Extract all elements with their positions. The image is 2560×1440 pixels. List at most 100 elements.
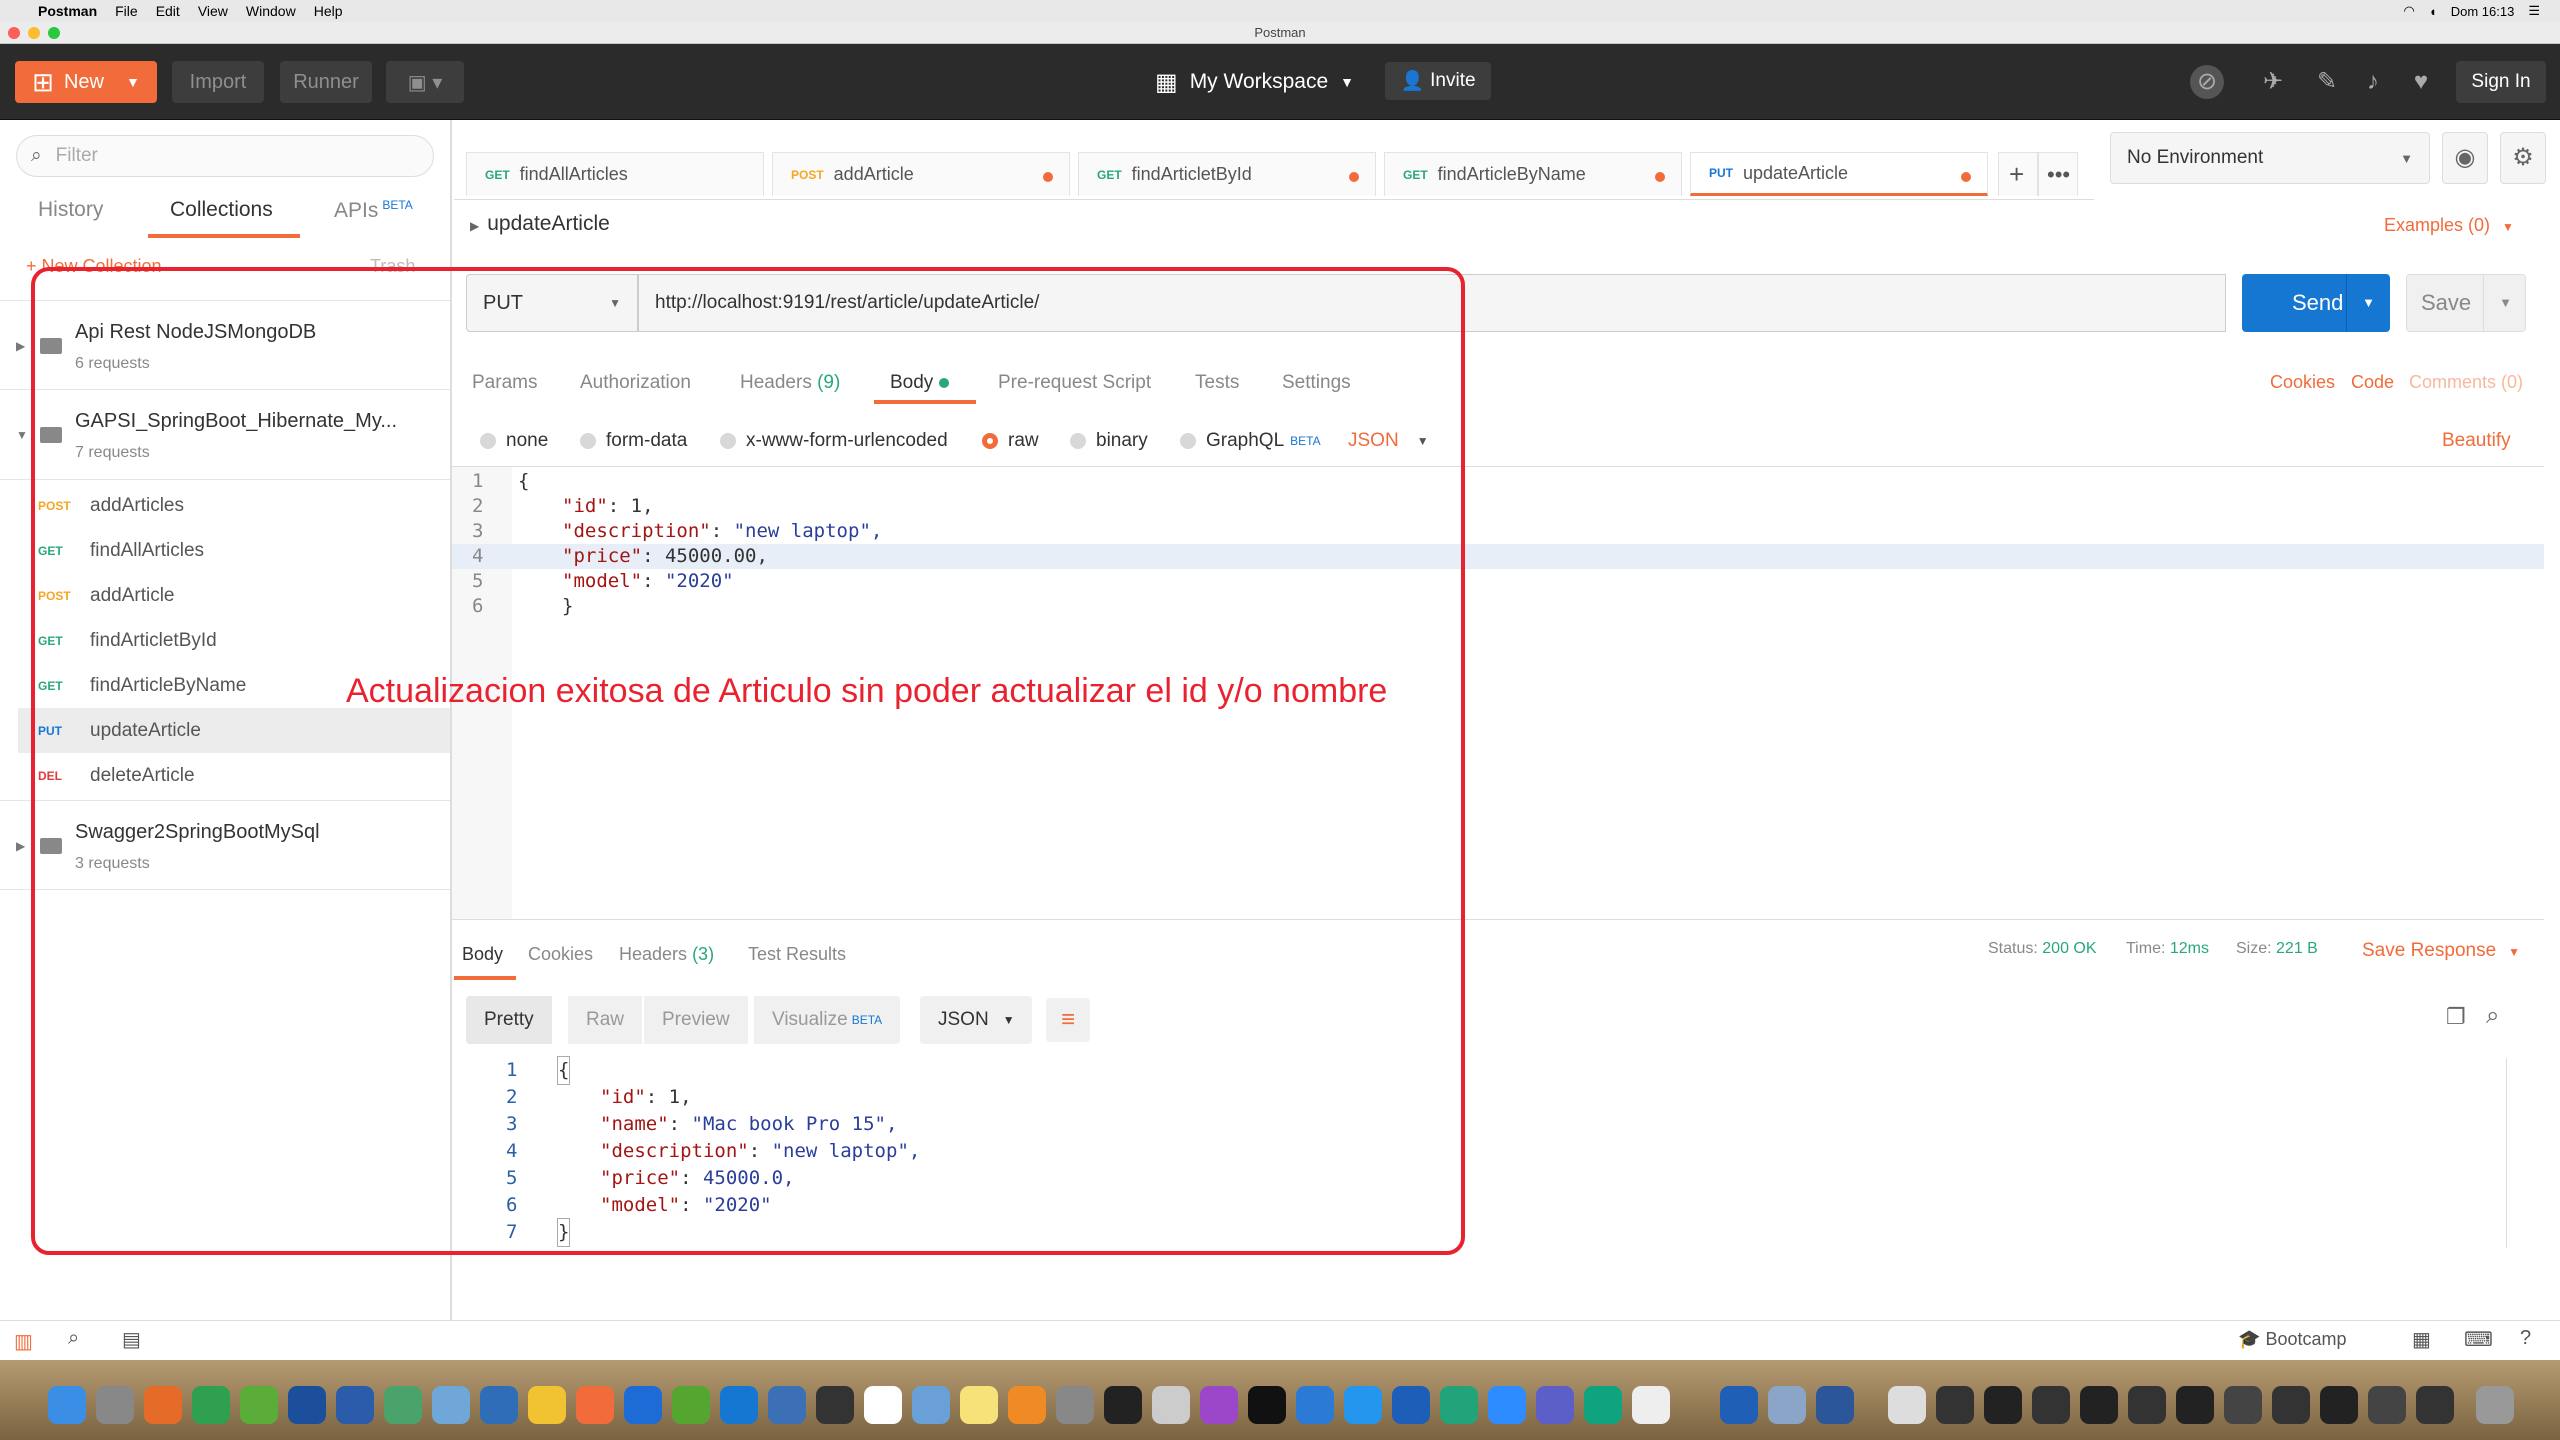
beautify-link[interactable]: Beautify (2442, 430, 2511, 452)
postman-icon[interactable] (576, 1386, 614, 1424)
sync-icon[interactable]: ⊘ (2190, 65, 2224, 99)
chevron-down-icon[interactable]: ▼ (2483, 275, 2527, 331)
vlc-icon[interactable] (1008, 1386, 1046, 1424)
calendar-icon[interactable] (864, 1386, 902, 1424)
tab-request[interactable]: GET findArticletById (1078, 152, 1376, 196)
chrome-icon[interactable] (192, 1386, 230, 1424)
zoom-icon[interactable] (1488, 1386, 1526, 1424)
save-response-button[interactable]: Save Response ▼ (2362, 940, 2520, 962)
window-thumbnail[interactable] (2224, 1386, 2262, 1424)
send-button[interactable]: Send ▼ (2242, 274, 2390, 332)
examples-dropdown[interactable]: Examples (0) ▼ (2384, 215, 2514, 236)
tab-request[interactable]: GET findAllArticles (466, 152, 764, 196)
chevron-down-icon[interactable]: ▼ (126, 74, 140, 90)
comments-link[interactable]: Comments (0) (2409, 372, 2523, 393)
app-icon[interactable] (672, 1386, 710, 1424)
launchpad-icon[interactable] (96, 1386, 134, 1424)
chevron-down-icon[interactable]: ▼ (2346, 274, 2390, 332)
minimize-window-button[interactable] (28, 27, 40, 39)
app-icon[interactable] (480, 1386, 518, 1424)
gear-icon[interactable]: ⚙ (2500, 132, 2546, 184)
eye-icon[interactable]: ◉ (2442, 132, 2488, 184)
close-window-button[interactable] (8, 27, 20, 39)
workspace-selector[interactable]: ▦ My Workspace ▼ (1155, 61, 1354, 103)
heart-icon[interactable]: ♥ (2408, 69, 2434, 95)
app-icon[interactable] (1152, 1386, 1190, 1424)
zoom-window-button[interactable] (48, 27, 60, 39)
chevron-right-icon[interactable]: ▶ (16, 839, 25, 853)
teams-icon[interactable] (1536, 1386, 1574, 1424)
menubar-help[interactable]: Help (314, 3, 343, 19)
tab-request-active[interactable]: PUT updateArticle (1690, 152, 1988, 196)
trash-icon[interactable] (2476, 1386, 2514, 1424)
satellite-icon[interactable]: ✈ (2260, 69, 2286, 95)
app-icon[interactable] (1768, 1386, 1806, 1424)
menubar-file[interactable]: File (115, 3, 138, 19)
volume-icon[interactable]: ◖ (2429, 4, 2437, 19)
docker-icon[interactable] (1344, 1386, 1382, 1424)
new-window-button[interactable]: ▣ ▾ (386, 61, 464, 103)
firefox-icon[interactable] (144, 1386, 182, 1424)
settings-icon[interactable] (1056, 1386, 1094, 1424)
import-button[interactable]: Import (172, 61, 264, 103)
more-tabs-button[interactable]: ••• (2038, 152, 2078, 196)
menu-list-icon[interactable]: ☰ (2528, 3, 2540, 19)
app-icon[interactable] (1440, 1386, 1478, 1424)
sidebar-toggle-icon[interactable]: ▥ (14, 1329, 33, 1354)
document-icon[interactable] (1888, 1386, 1926, 1424)
tab-request[interactable]: GET findArticleByName (1384, 152, 1682, 196)
response-scrollbar[interactable] (2506, 1058, 2516, 1248)
vscode-icon[interactable] (1296, 1386, 1334, 1424)
chevron-right-icon[interactable]: ▶ (16, 339, 25, 353)
app-icon[interactable] (336, 1386, 374, 1424)
window-thumbnail[interactable] (1936, 1386, 1974, 1424)
app-icon[interactable] (432, 1386, 470, 1424)
finder-icon[interactable] (48, 1386, 86, 1424)
request-title[interactable]: ▶ updateArticle (470, 212, 610, 236)
app-icon[interactable] (624, 1386, 662, 1424)
window-thumbnail[interactable] (2128, 1386, 2166, 1424)
save-button[interactable]: Save ▼ (2406, 274, 2526, 332)
window-thumbnail[interactable] (2416, 1386, 2454, 1424)
app-icon[interactable] (768, 1386, 806, 1424)
menubar-window[interactable]: Window (246, 3, 296, 19)
menubar-clock[interactable]: Dom 16:13 (2451, 4, 2515, 19)
app-icon[interactable] (1584, 1386, 1622, 1424)
filter-input[interactable]: ⌕ Filter (16, 135, 434, 177)
search-icon[interactable]: ⌕ (2486, 1002, 2499, 1030)
window-thumbnail[interactable] (1984, 1386, 2022, 1424)
two-pane-icon[interactable]: ▦ (2412, 1327, 2431, 1352)
window-thumbnail[interactable] (2032, 1386, 2070, 1424)
keyboard-icon[interactable]: ⌨ (2464, 1327, 2493, 1352)
tab-request[interactable]: POST addArticle (772, 152, 1070, 196)
window-thumbnail[interactable] (2368, 1386, 2406, 1424)
chevron-down-icon[interactable]: ▼ (16, 428, 28, 442)
podcasts-icon[interactable] (1200, 1386, 1238, 1424)
wrench-icon[interactable]: ✎ (2314, 69, 2340, 95)
tab-apis[interactable]: APIs BETA (334, 198, 413, 223)
notes-icon[interactable] (960, 1386, 998, 1424)
window-thumbnail[interactable] (2176, 1386, 2214, 1424)
find-icon[interactable]: ⌕ (68, 1327, 79, 1350)
tab-collections[interactable]: Collections (170, 198, 273, 222)
window-thumbnail[interactable] (2272, 1386, 2310, 1424)
bootcamp-button[interactable]: 🎓 Bootcamp (2238, 1329, 2346, 1350)
app-icon[interactable] (288, 1386, 326, 1424)
tab-history[interactable]: History (38, 198, 103, 222)
app-icon[interactable] (528, 1386, 566, 1424)
sign-in-button[interactable]: Sign In (2456, 61, 2546, 103)
app-icon[interactable] (384, 1386, 422, 1424)
add-tab-button[interactable]: + (1998, 152, 2038, 196)
environment-selector[interactable]: No Environment ▼ (2110, 132, 2430, 184)
new-button[interactable]: ⊞ New ▼ (15, 61, 157, 103)
cookies-link[interactable]: Cookies (2270, 372, 2335, 393)
app-icon[interactable] (1632, 1386, 1670, 1424)
window-thumbnail[interactable] (2080, 1386, 2118, 1424)
terminal-icon[interactable] (1104, 1386, 1142, 1424)
appletv-icon[interactable] (1248, 1386, 1286, 1424)
code-link[interactable]: Code (2351, 372, 2394, 393)
app-icon[interactable] (1720, 1386, 1758, 1424)
bell-icon[interactable]: ♪ (2360, 69, 2386, 95)
app-icon[interactable] (1392, 1386, 1430, 1424)
app-icon[interactable] (720, 1386, 758, 1424)
